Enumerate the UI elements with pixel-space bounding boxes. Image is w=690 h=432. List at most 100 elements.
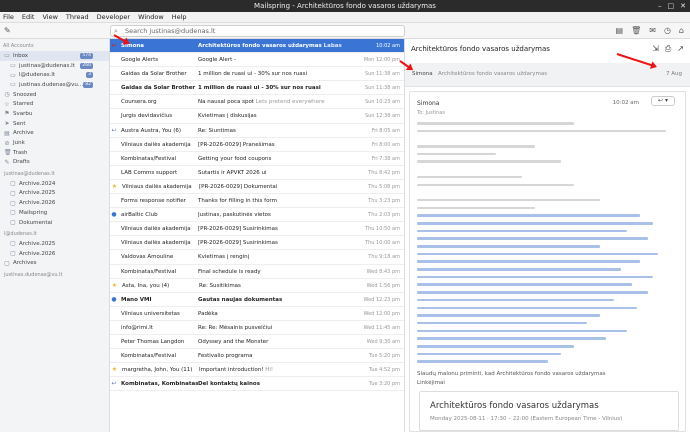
- thread-marker[interactable]: [110, 236, 118, 249]
- thread-row[interactable]: Kombinatas/Festival Final schedule is rea…: [110, 265, 404, 279]
- reply-button[interactable]: ↩ ▾: [651, 96, 675, 106]
- star-icon[interactable]: ★: [110, 279, 119, 292]
- snooze-icon[interactable]: ◷: [664, 26, 671, 35]
- menu-help[interactable]: Help: [172, 12, 187, 22]
- label-icon[interactable]: ⌂: [679, 26, 684, 35]
- print-icon[interactable]: ⎙: [665, 44, 671, 54]
- thread-row[interactable]: Forms response notifier Thanks for fillin…: [110, 194, 404, 209]
- thread-row[interactable]: Gaidas da Solar Brother 1 million de ruas…: [110, 67, 404, 82]
- sidebar-item[interactable]: ▢ Archive.2026: [0, 249, 109, 259]
- sidebar-item[interactable]: ➤ Sent: [0, 119, 109, 129]
- menu-window[interactable]: Window: [138, 12, 164, 22]
- close-icon[interactable]: ✕: [680, 0, 686, 12]
- thread-row[interactable]: ★ Asta, Ina, you (4) Re: Susitikimas Wed 1…: [110, 279, 404, 293]
- menu-developer[interactable]: Developer: [97, 12, 130, 22]
- sidebar-item[interactable]: ▭ justinas@dudenas.lt 260: [0, 61, 109, 71]
- thread-row[interactable]: Coursera.org Na nausal poca spot Lets pre…: [110, 95, 404, 110]
- thread-row[interactable]: ↩ Austra Austra, You (6) Re: Siuntimas Fri…: [110, 124, 404, 138]
- expand-icon[interactable]: ⇲: [652, 44, 659, 54]
- thread-marker[interactable]: [110, 109, 118, 122]
- thread-row[interactable]: ↩ Simona Architektūros fondo vasaros uždar…: [110, 39, 404, 54]
- sidebar-item[interactable]: ▢ Mailspring: [0, 208, 109, 218]
- unread-dot-icon[interactable]: ●: [110, 208, 118, 221]
- archive-icon[interactable]: ▤: [616, 26, 624, 35]
- replied-icon[interactable]: ↩: [110, 124, 118, 137]
- window-title: Mailspring - Architektūros fondo vasaros…: [254, 2, 436, 10]
- thread-row[interactable]: Kombinatas/Festival Getting your food cou…: [110, 152, 404, 166]
- thread-row[interactable]: Vilniaus dailės akademija [PR-2026-0029] …: [110, 236, 404, 251]
- message-recipients[interactable]: To: Justinas: [417, 110, 445, 116]
- search-input[interactable]: ⌕ Search justinas@dudenas.lt: [110, 25, 405, 37]
- thread-row[interactable]: ★ margretha, John, You (11) Important intr…: [110, 363, 404, 378]
- sidebar-item[interactable]: ▢ Archive.2025: [0, 239, 109, 249]
- sidebar-item[interactable]: ▢ Archive.2024: [0, 179, 109, 189]
- thread-row[interactable]: info@rimi.lt Re: Re: Mėsainis pusvelčiui …: [110, 321, 404, 335]
- thread-marker[interactable]: [110, 152, 118, 165]
- replied-icon[interactable]: ↩: [110, 377, 118, 390]
- message-sender[interactable]: Simona: [417, 100, 439, 107]
- sidebar-item[interactable]: ☆ Starred: [0, 99, 109, 109]
- sidebar-item[interactable]: ▭ l@dudenas.lt 3: [0, 70, 109, 80]
- unread-dot-icon[interactable]: ●: [110, 293, 118, 306]
- popout-icon[interactable]: ↗: [677, 44, 684, 54]
- thread-marker[interactable]: [110, 321, 118, 334]
- replied-icon[interactable]: ↩: [110, 39, 118, 52]
- thread-row[interactable]: ● airBaltic Club Justinas, paskutinės viet…: [110, 208, 404, 223]
- sidebar-item[interactable]: ✎ Drafts: [0, 158, 109, 168]
- calendar-card[interactable]: Architektūros fondo vasaros uždarymas Mo…: [419, 391, 679, 431]
- thread-marker[interactable]: [110, 335, 118, 348]
- star-icon[interactable]: ★: [110, 363, 119, 376]
- participants-bar[interactable]: Simona Architektūros fondo vasaros uždar…: [405, 63, 690, 87]
- sidebar-item[interactable]: ▭ justinas.dudenas@vu... 82: [0, 80, 109, 90]
- thread-marker[interactable]: [110, 138, 118, 151]
- sidebar-item[interactable]: ▤ Archive: [0, 129, 109, 139]
- thread-marker[interactable]: [110, 307, 118, 320]
- thread-marker[interactable]: [110, 166, 118, 179]
- thread-row[interactable]: Vilniaus dailės akademija [PR-2026-0029] …: [110, 138, 404, 152]
- trash-icon[interactable]: 🗑: [631, 26, 641, 35]
- sidebar-item[interactable]: ▢ Dokumentai: [0, 218, 109, 228]
- thread-marker[interactable]: [110, 95, 118, 108]
- thread-marker[interactable]: [110, 250, 118, 263]
- thread-marker[interactable]: [110, 222, 118, 235]
- thread-marker[interactable]: [110, 53, 118, 66]
- thread-row[interactable]: Kombinatas/Festival Festivalio programa T…: [110, 349, 404, 364]
- menu-file[interactable]: File: [3, 12, 14, 22]
- thread-row[interactable]: LAB Comms support Sutartis ir APVKT 2026 …: [110, 166, 404, 180]
- menu-thread[interactable]: Thread: [66, 12, 89, 22]
- thread-row[interactable]: ● Mano VMI Gautas naujas dokumentas Wed 12…: [110, 293, 404, 307]
- thread-row[interactable]: Vilniaus universitetas Padėka Wed 12:00 p…: [110, 307, 404, 321]
- thread-marker[interactable]: [110, 81, 118, 94]
- sidebar-item[interactable]: ⚑ Svarbu: [0, 109, 109, 119]
- menu-edit[interactable]: Edit: [22, 12, 35, 22]
- thread-row[interactable]: Gaidas da Solar Brother 1 million de ruas…: [110, 81, 404, 96]
- thread-marker[interactable]: [110, 349, 118, 362]
- compose-icon[interactable]: ✎: [4, 26, 11, 35]
- thread-row[interactable]: ↩Kombinatas, Kombinatas, YouDel kontaktų…: [110, 377, 404, 392]
- thread-marker[interactable]: [110, 67, 118, 80]
- thread-marker[interactable]: [110, 194, 118, 207]
- thread-row[interactable]: Jurgis devidavičius Kvietimas į diskusija…: [110, 109, 404, 124]
- sidebar-item[interactable]: ▭ Inbox 574: [0, 51, 109, 61]
- mark-unread-icon[interactable]: ✉: [649, 26, 656, 35]
- maximize-icon[interactable]: □: [668, 0, 675, 12]
- thread-row[interactable]: Google Alerts Google Alert - Mon 12:00 pm: [110, 53, 404, 68]
- sidebar-item[interactable]: 🗑 Trash: [0, 148, 109, 158]
- minimize-icon[interactable]: –: [658, 0, 662, 12]
- sidebar-item[interactable]: ▢ Archive.2026: [0, 198, 109, 208]
- blurred-text-line: [417, 329, 627, 333]
- sidebar-item[interactable]: ▢ Archive.2025: [0, 189, 109, 199]
- star-icon[interactable]: ★: [110, 180, 119, 193]
- thread-row[interactable]: ★ Vilniaus dailės akademija [PR-2026-0029]…: [110, 180, 404, 195]
- sidebar-item[interactable]: ⊘ Junk: [0, 138, 109, 148]
- sidebar-item[interactable]: ◷ Snoozed: [0, 90, 109, 100]
- blurred-text-line: [417, 152, 496, 156]
- menu-view[interactable]: View: [42, 12, 57, 22]
- thread-marker[interactable]: [110, 265, 118, 278]
- thread-row[interactable]: Vilniaus dailės akademija [PR-2026-0029] …: [110, 222, 404, 237]
- sidebar-item[interactable]: ▢ Archives: [0, 258, 109, 268]
- blurred-text-line: [417, 221, 653, 225]
- thread-from: Vilniaus dailės akademija: [121, 141, 191, 148]
- thread-row[interactable]: Peter Thomas Langdon Odyssey and the Mons…: [110, 335, 404, 350]
- thread-row[interactable]: Valdovas Amouline Kvietimas į renginį Thu…: [110, 250, 404, 265]
